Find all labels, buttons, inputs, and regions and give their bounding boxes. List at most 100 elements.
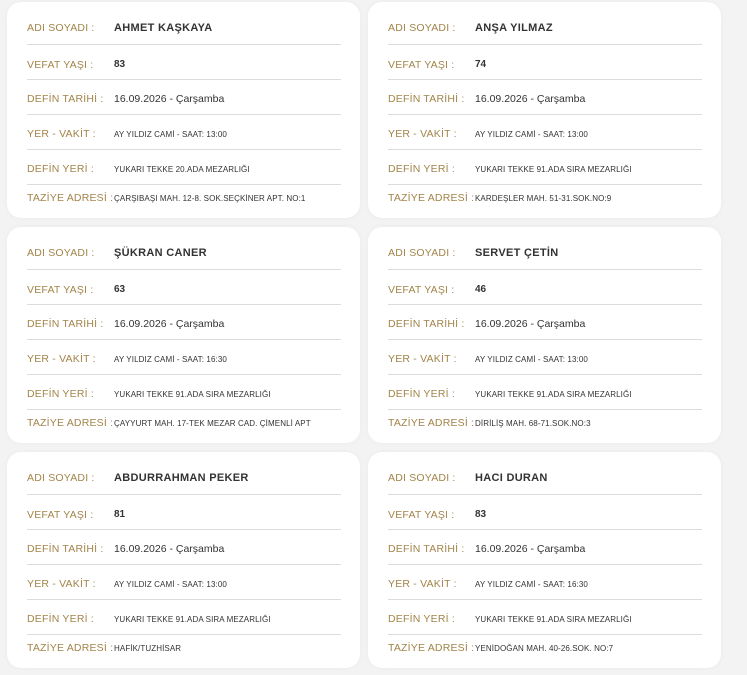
age-label: VEFAT YAŞI :: [388, 284, 455, 296]
age-label: VEFAT YAŞI :: [27, 509, 94, 521]
age-row: VEFAT YAŞI : 83: [27, 44, 341, 80]
deceased-name: ABDURRAHMAN PEKER: [114, 472, 249, 484]
condolence-row: TAZİYE ADRESİ : ÇAYYURT MAH. 17-TEK MEZA…: [27, 409, 341, 444]
burial-date-label: DEFİN TARİHİ :: [388, 543, 465, 555]
obituary-card: ADI SOYADI : ANŞA YILMAZ VEFAT YAŞI : 74…: [368, 2, 721, 218]
obituary-card: ADI SOYADI : ŞÜKRAN CANER VEFAT YAŞI : 6…: [7, 227, 360, 443]
deceased-name: HACI DURAN: [475, 472, 548, 484]
burial-place-row: DEFİN YERİ : YUKARI TEKKE 91.ADA SIRA ME…: [27, 599, 341, 635]
burial-date-value: 16.09.2026 - Çarşamba: [475, 93, 586, 105]
place-time-value: AY YILDIZ CAMİ - SAAT: 16:30: [114, 355, 227, 364]
condolence-row: TAZİYE ADRESİ : KARDEŞLER MAH. 51-31.SOK…: [388, 184, 702, 219]
name-row: ADI SOYADI : ANŞA YILMAZ: [388, 2, 702, 45]
burial-date-row: DEFİN TARİHİ : 16.09.2026 - Çarşamba: [27, 304, 341, 340]
name-row: ADI SOYADI : AHMET KAŞKAYA: [27, 2, 341, 45]
burial-date-row: DEFİN TARİHİ : 16.09.2026 - Çarşamba: [388, 304, 702, 340]
burial-date-row: DEFİN TARİHİ : 16.09.2026 - Çarşamba: [388, 529, 702, 565]
place-time-label: YER - VAKİT :: [27, 353, 96, 365]
name-label: ADI SOYADI :: [388, 22, 456, 34]
burial-date-label: DEFİN TARİHİ :: [388, 93, 465, 105]
condolence-value: ÇAYYURT MAH. 17-TEK MEZAR CAD. ÇİMENLİ A…: [114, 419, 311, 428]
age-value: 63: [114, 284, 126, 295]
burial-date-row: DEFİN TARİHİ : 16.09.2026 - Çarşamba: [27, 79, 341, 115]
place-time-label: YER - VAKİT :: [27, 128, 96, 140]
condolence-row: TAZİYE ADRESİ : HAFİK/TUZHİSAR: [27, 634, 341, 669]
obituary-card: ADI SOYADI : ABDURRAHMAN PEKER VEFAT YAŞ…: [7, 452, 360, 668]
burial-place-row: DEFİN YERİ : YUKARI TEKKE 20.ADA MEZARLI…: [27, 149, 341, 185]
name-label: ADI SOYADI :: [388, 247, 456, 259]
burial-date-row: DEFİN TARİHİ : 16.09.2026 - Çarşamba: [27, 529, 341, 565]
place-time-label: YER - VAKİT :: [388, 578, 457, 590]
burial-place-row: DEFİN YERİ : YUKARI TEKKE 91.ADA SIRA ME…: [388, 374, 702, 410]
condolence-value: YENİDOĞAN MAH. 40-26.SOK. NO:7: [475, 644, 614, 653]
age-label: VEFAT YAŞI :: [388, 59, 455, 71]
name-row: ADI SOYADI : ABDURRAHMAN PEKER: [27, 452, 341, 495]
burial-place-value: YUKARI TEKKE 91.ADA SIRA MEZARLIĞI: [114, 390, 271, 399]
age-row: VEFAT YAŞI : 74: [388, 44, 702, 80]
age-row: VEFAT YAŞI : 63: [27, 269, 341, 305]
burial-place-value: YUKARI TEKKE 91.ADA SIRA MEZARLIĞI: [114, 615, 271, 624]
condolence-value: KARDEŞLER MAH. 51-31.SOK.NO:9: [475, 194, 612, 203]
burial-date-value: 16.09.2026 - Çarşamba: [475, 543, 586, 555]
burial-date-label: DEFİN TARİHİ :: [388, 318, 465, 330]
burial-place-value: YUKARI TEKKE 91.ADA SIRA MEZARLIĞI: [475, 390, 632, 399]
condolence-label: TAZİYE ADRESİ :: [27, 417, 114, 429]
place-time-label: YER - VAKİT :: [388, 128, 457, 140]
age-value: 46: [475, 284, 487, 295]
place-time-value: AY YILDIZ CAMİ - SAAT: 13:00: [114, 580, 227, 589]
burial-date-value: 16.09.2026 - Çarşamba: [114, 543, 225, 555]
age-row: VEFAT YAŞI : 81: [27, 494, 341, 530]
name-row: ADI SOYADI : HACI DURAN: [388, 452, 702, 495]
age-value: 83: [475, 509, 487, 520]
burial-date-value: 16.09.2026 - Çarşamba: [114, 318, 225, 330]
condolence-label: TAZİYE ADRESİ :: [388, 192, 475, 204]
place-time-value: AY YILDIZ CAMİ - SAAT: 16:30: [475, 580, 588, 589]
name-label: ADI SOYADI :: [388, 472, 456, 484]
name-label: ADI SOYADI :: [27, 22, 95, 34]
burial-place-row: DEFİN YERİ : YUKARI TEKKE 91.ADA SIRA ME…: [388, 149, 702, 185]
place-time-label: YER - VAKİT :: [388, 353, 457, 365]
deceased-name: ANŞA YILMAZ: [475, 22, 553, 34]
condolence-row: TAZİYE ADRESİ : ÇARŞIBAŞI MAH. 12-8. SOK…: [27, 184, 341, 219]
place-time-row: YER - VAKİT : AY YILDIZ CAMİ - SAAT: 13:…: [27, 114, 341, 150]
name-row: ADI SOYADI : ŞÜKRAN CANER: [27, 227, 341, 270]
burial-date-value: 16.09.2026 - Çarşamba: [475, 318, 586, 330]
place-time-row: YER - VAKİT : AY YILDIZ CAMİ - SAAT: 13:…: [27, 564, 341, 600]
place-time-row: YER - VAKİT : AY YILDIZ CAMİ - SAAT: 16:…: [388, 564, 702, 600]
place-time-value: AY YILDIZ CAMİ - SAAT: 13:00: [114, 130, 227, 139]
place-time-row: YER - VAKİT : AY YILDIZ CAMİ - SAAT: 13:…: [388, 339, 702, 375]
name-row: ADI SOYADI : SERVET ÇETİN: [388, 227, 702, 270]
age-row: VEFAT YAŞI : 46: [388, 269, 702, 305]
burial-place-label: DEFİN YERİ :: [388, 613, 455, 625]
condolence-row: TAZİYE ADRESİ : DİRİLİŞ MAH. 68-71.SOK.N…: [388, 409, 702, 444]
name-label: ADI SOYADI :: [27, 472, 95, 484]
burial-place-label: DEFİN YERİ :: [27, 613, 94, 625]
age-value: 81: [114, 509, 126, 520]
place-time-row: YER - VAKİT : AY YILDIZ CAMİ - SAAT: 13:…: [388, 114, 702, 150]
burial-place-label: DEFİN YERİ :: [27, 163, 94, 175]
place-time-value: AY YILDIZ CAMİ - SAAT: 13:00: [475, 355, 588, 364]
condolence-label: TAZİYE ADRESİ :: [27, 642, 114, 654]
deceased-name: ŞÜKRAN CANER: [114, 247, 207, 259]
condolence-value: HAFİK/TUZHİSAR: [114, 644, 182, 653]
name-label: ADI SOYADI :: [27, 247, 95, 259]
burial-date-row: DEFİN TARİHİ : 16.09.2026 - Çarşamba: [388, 79, 702, 115]
burial-place-label: DEFİN YERİ :: [388, 163, 455, 175]
place-time-label: YER - VAKİT :: [27, 578, 96, 590]
condolence-value: DİRİLİŞ MAH. 68-71.SOK.NO:3: [475, 419, 591, 428]
condolence-row: TAZİYE ADRESİ : YENİDOĞAN MAH. 40-26.SOK…: [388, 634, 702, 669]
obituary-card: ADI SOYADI : HACI DURAN VEFAT YAŞI : 83 …: [368, 452, 721, 668]
place-time-value: AY YILDIZ CAMİ - SAAT: 13:00: [475, 130, 588, 139]
age-row: VEFAT YAŞI : 83: [388, 494, 702, 530]
burial-place-label: DEFİN YERİ :: [388, 388, 455, 400]
burial-place-value: YUKARI TEKKE 91.ADA SIRA MEZARLIĞI: [475, 165, 632, 174]
age-value: 74: [475, 59, 487, 70]
burial-place-row: DEFİN YERİ : YUKARI TEKKE 91.ADA SIRA ME…: [388, 599, 702, 635]
burial-date-value: 16.09.2026 - Çarşamba: [114, 93, 225, 105]
age-label: VEFAT YAŞI :: [388, 509, 455, 521]
burial-date-label: DEFİN TARİHİ :: [27, 543, 104, 555]
obituary-card: ADI SOYADI : AHMET KAŞKAYA VEFAT YAŞI : …: [7, 2, 360, 218]
condolence-label: TAZİYE ADRESİ :: [388, 417, 475, 429]
place-time-row: YER - VAKİT : AY YILDIZ CAMİ - SAAT: 16:…: [27, 339, 341, 375]
condolence-label: TAZİYE ADRESİ :: [27, 192, 114, 204]
